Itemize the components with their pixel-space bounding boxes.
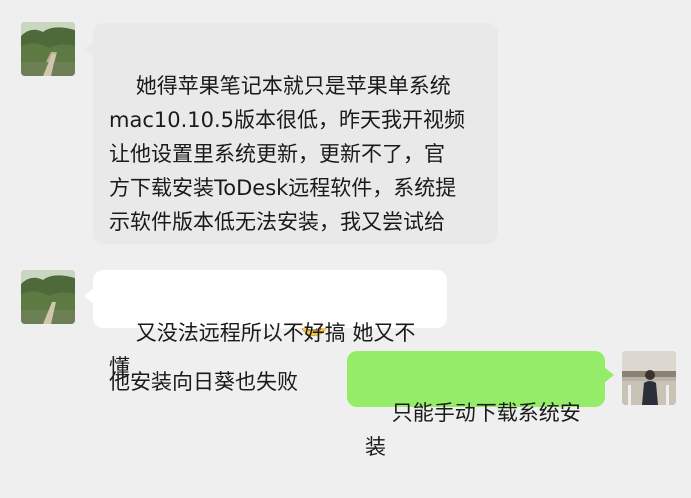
message-text: 只能手动下载系统安装 [365, 401, 581, 459]
contact-avatar[interactable] [21, 270, 75, 324]
message-bubble-received[interactable]: 她得苹果笔记本就只是苹果单系统 mac10.10.5版本很低，昨天我开视频 让他… [84, 23, 498, 394]
chat-area: 她得苹果笔记本就只是苹果单系统 mac10.10.5版本很低，昨天我开视频 让他… [0, 0, 691, 459]
message-bubble-sent[interactable]: 只能手动下载系统安装 [347, 351, 614, 459]
contact-avatar[interactable] [21, 22, 75, 76]
my-avatar[interactable] [622, 351, 676, 405]
grimace-emoji-icon [299, 239, 329, 336]
message-bubble-received[interactable]: 又没法远程所以不好搞 她又不懂 [84, 270, 447, 379]
